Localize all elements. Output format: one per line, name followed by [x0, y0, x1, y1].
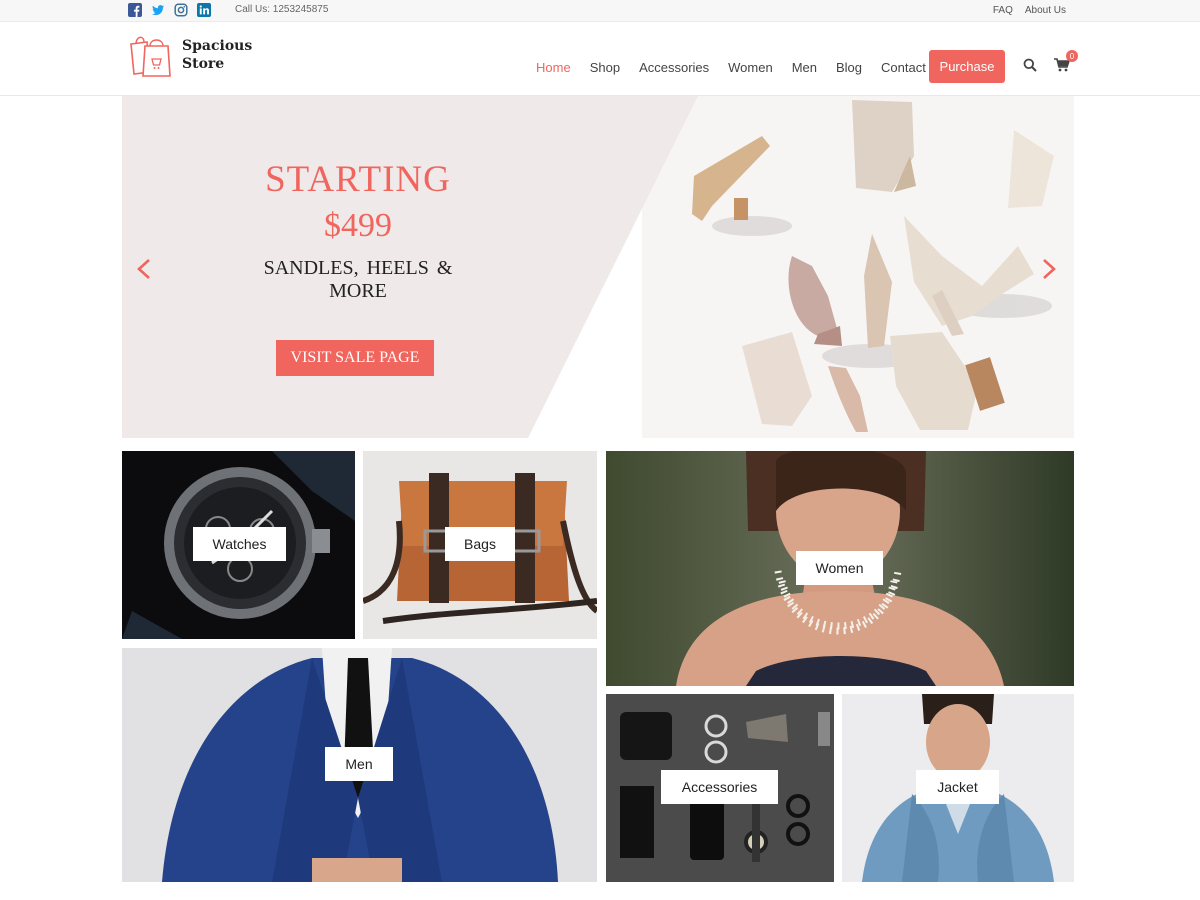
nav-blog[interactable]: Blog — [836, 60, 862, 75]
about-us-link[interactable]: About Us — [1025, 5, 1066, 16]
main-nav: Home Shop Accessories Women Men Blog Con… — [536, 60, 945, 75]
category-tile-bags[interactable]: Bags — [363, 451, 597, 639]
shoes-photo — [642, 96, 1074, 438]
category-label-accessories: Accessories — [661, 770, 778, 804]
slide-caption: STARTING $499 SANDLES, HEELS & MORE — [252, 158, 464, 303]
nav-men[interactable]: Men — [792, 60, 817, 75]
visit-sale-page-button[interactable]: VISIT SALE PAGE — [276, 340, 434, 376]
twitter-icon[interactable] — [151, 3, 165, 17]
call-us-text: Call Us: 1253245875 — [235, 4, 329, 15]
slide-heading: STARTING — [265, 159, 451, 200]
slide-subheading: SANDLES, HEELS & MORE — [263, 257, 453, 302]
site-logo[interactable]: Spacious Store — [128, 32, 262, 78]
purchase-button[interactable]: Purchase — [929, 50, 1005, 83]
nav-contact[interactable]: Contact — [881, 60, 926, 75]
category-tile-watches[interactable]: Watches — [122, 451, 355, 639]
nav-accessories[interactable]: Accessories — [639, 60, 709, 75]
linkedin-icon[interactable] — [197, 3, 211, 17]
faq-link[interactable]: FAQ — [993, 5, 1013, 16]
site-header: Spacious Store Home Shop Accessories Wom… — [0, 22, 1200, 96]
category-tile-men[interactable]: Men — [122, 648, 597, 882]
top-links: FAQ About Us — [993, 5, 1066, 16]
social-links — [128, 3, 211, 17]
arrow-left-icon[interactable] — [136, 258, 152, 280]
shopping-bags-logo-icon — [130, 36, 171, 77]
category-label-jacket: Jacket — [916, 770, 999, 804]
category-tile-accessories[interactable]: Accessories — [606, 694, 834, 882]
site-title: Spacious Store — [182, 37, 262, 73]
arrow-right-icon[interactable] — [1041, 258, 1057, 280]
slide-price: $499 — [324, 207, 392, 244]
search-icon[interactable] — [1023, 58, 1037, 72]
top-bar: Call Us: 1253245875 FAQ About Us — [0, 0, 1200, 22]
site-title-line1: Spacious — [182, 38, 253, 54]
category-label-watches: Watches — [193, 527, 286, 561]
category-label-women: Women — [796, 551, 883, 585]
category-tile-jacket[interactable]: Jacket — [842, 694, 1074, 882]
category-label-men: Men — [325, 747, 393, 781]
facebook-icon[interactable] — [128, 3, 142, 17]
nav-home[interactable]: Home — [536, 60, 571, 75]
nav-shop[interactable]: Shop — [590, 60, 620, 75]
nav-women[interactable]: Women — [728, 60, 773, 75]
category-label-bags: Bags — [445, 527, 515, 561]
hero-slider: STARTING $499 SANDLES, HEELS & MORE VISI… — [122, 96, 1074, 438]
instagram-icon[interactable] — [174, 3, 188, 17]
cart-count-badge: 0 — [1066, 50, 1078, 62]
category-tile-women[interactable]: Women — [606, 451, 1074, 686]
site-title-line2: Store — [182, 56, 225, 72]
